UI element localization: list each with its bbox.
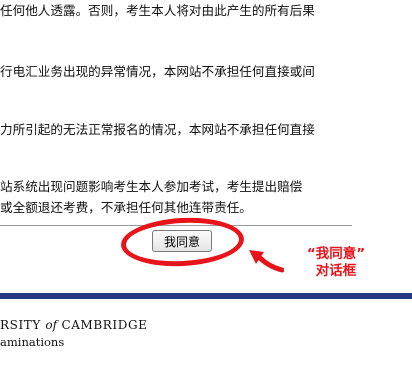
logo-suffix: CAMBRIDGE (61, 318, 148, 332)
terms-text-line: 任何他人透露。否则，考生本人将对由此产生的所有后果 (0, 3, 315, 18)
terms-text-line: 力所引起的无法正常报名的情况，本网站不承担任何直接 (0, 122, 315, 137)
logo-subtitle: aminations (0, 335, 65, 349)
terms-text-line: 站系统出现问题影响考生本人参加考试，考生提出赔偿 (0, 179, 303, 194)
annotation-label: “我同意” 对话框 (288, 246, 384, 280)
annotation-line: “我同意” (306, 246, 366, 262)
terms-text-line: 行电汇业务出现的异常情况，本网站不承担任何直接或间 (0, 64, 315, 79)
annotation-line: 对话框 (315, 263, 357, 279)
logo-prefix: RSITY (0, 318, 41, 332)
highlight-ellipse (119, 214, 246, 270)
arrow-icon (249, 250, 284, 273)
terms-text-line: 或全额退还考费，不承担任何其他连带责任。 (0, 200, 252, 215)
logo-of: of (45, 318, 58, 332)
logo-title: RSITY of CAMBRIDGE (0, 318, 148, 332)
watermark-strip (0, 299, 412, 307)
cambridge-logo: RSITY of CAMBRIDGE aminations (0, 318, 148, 349)
